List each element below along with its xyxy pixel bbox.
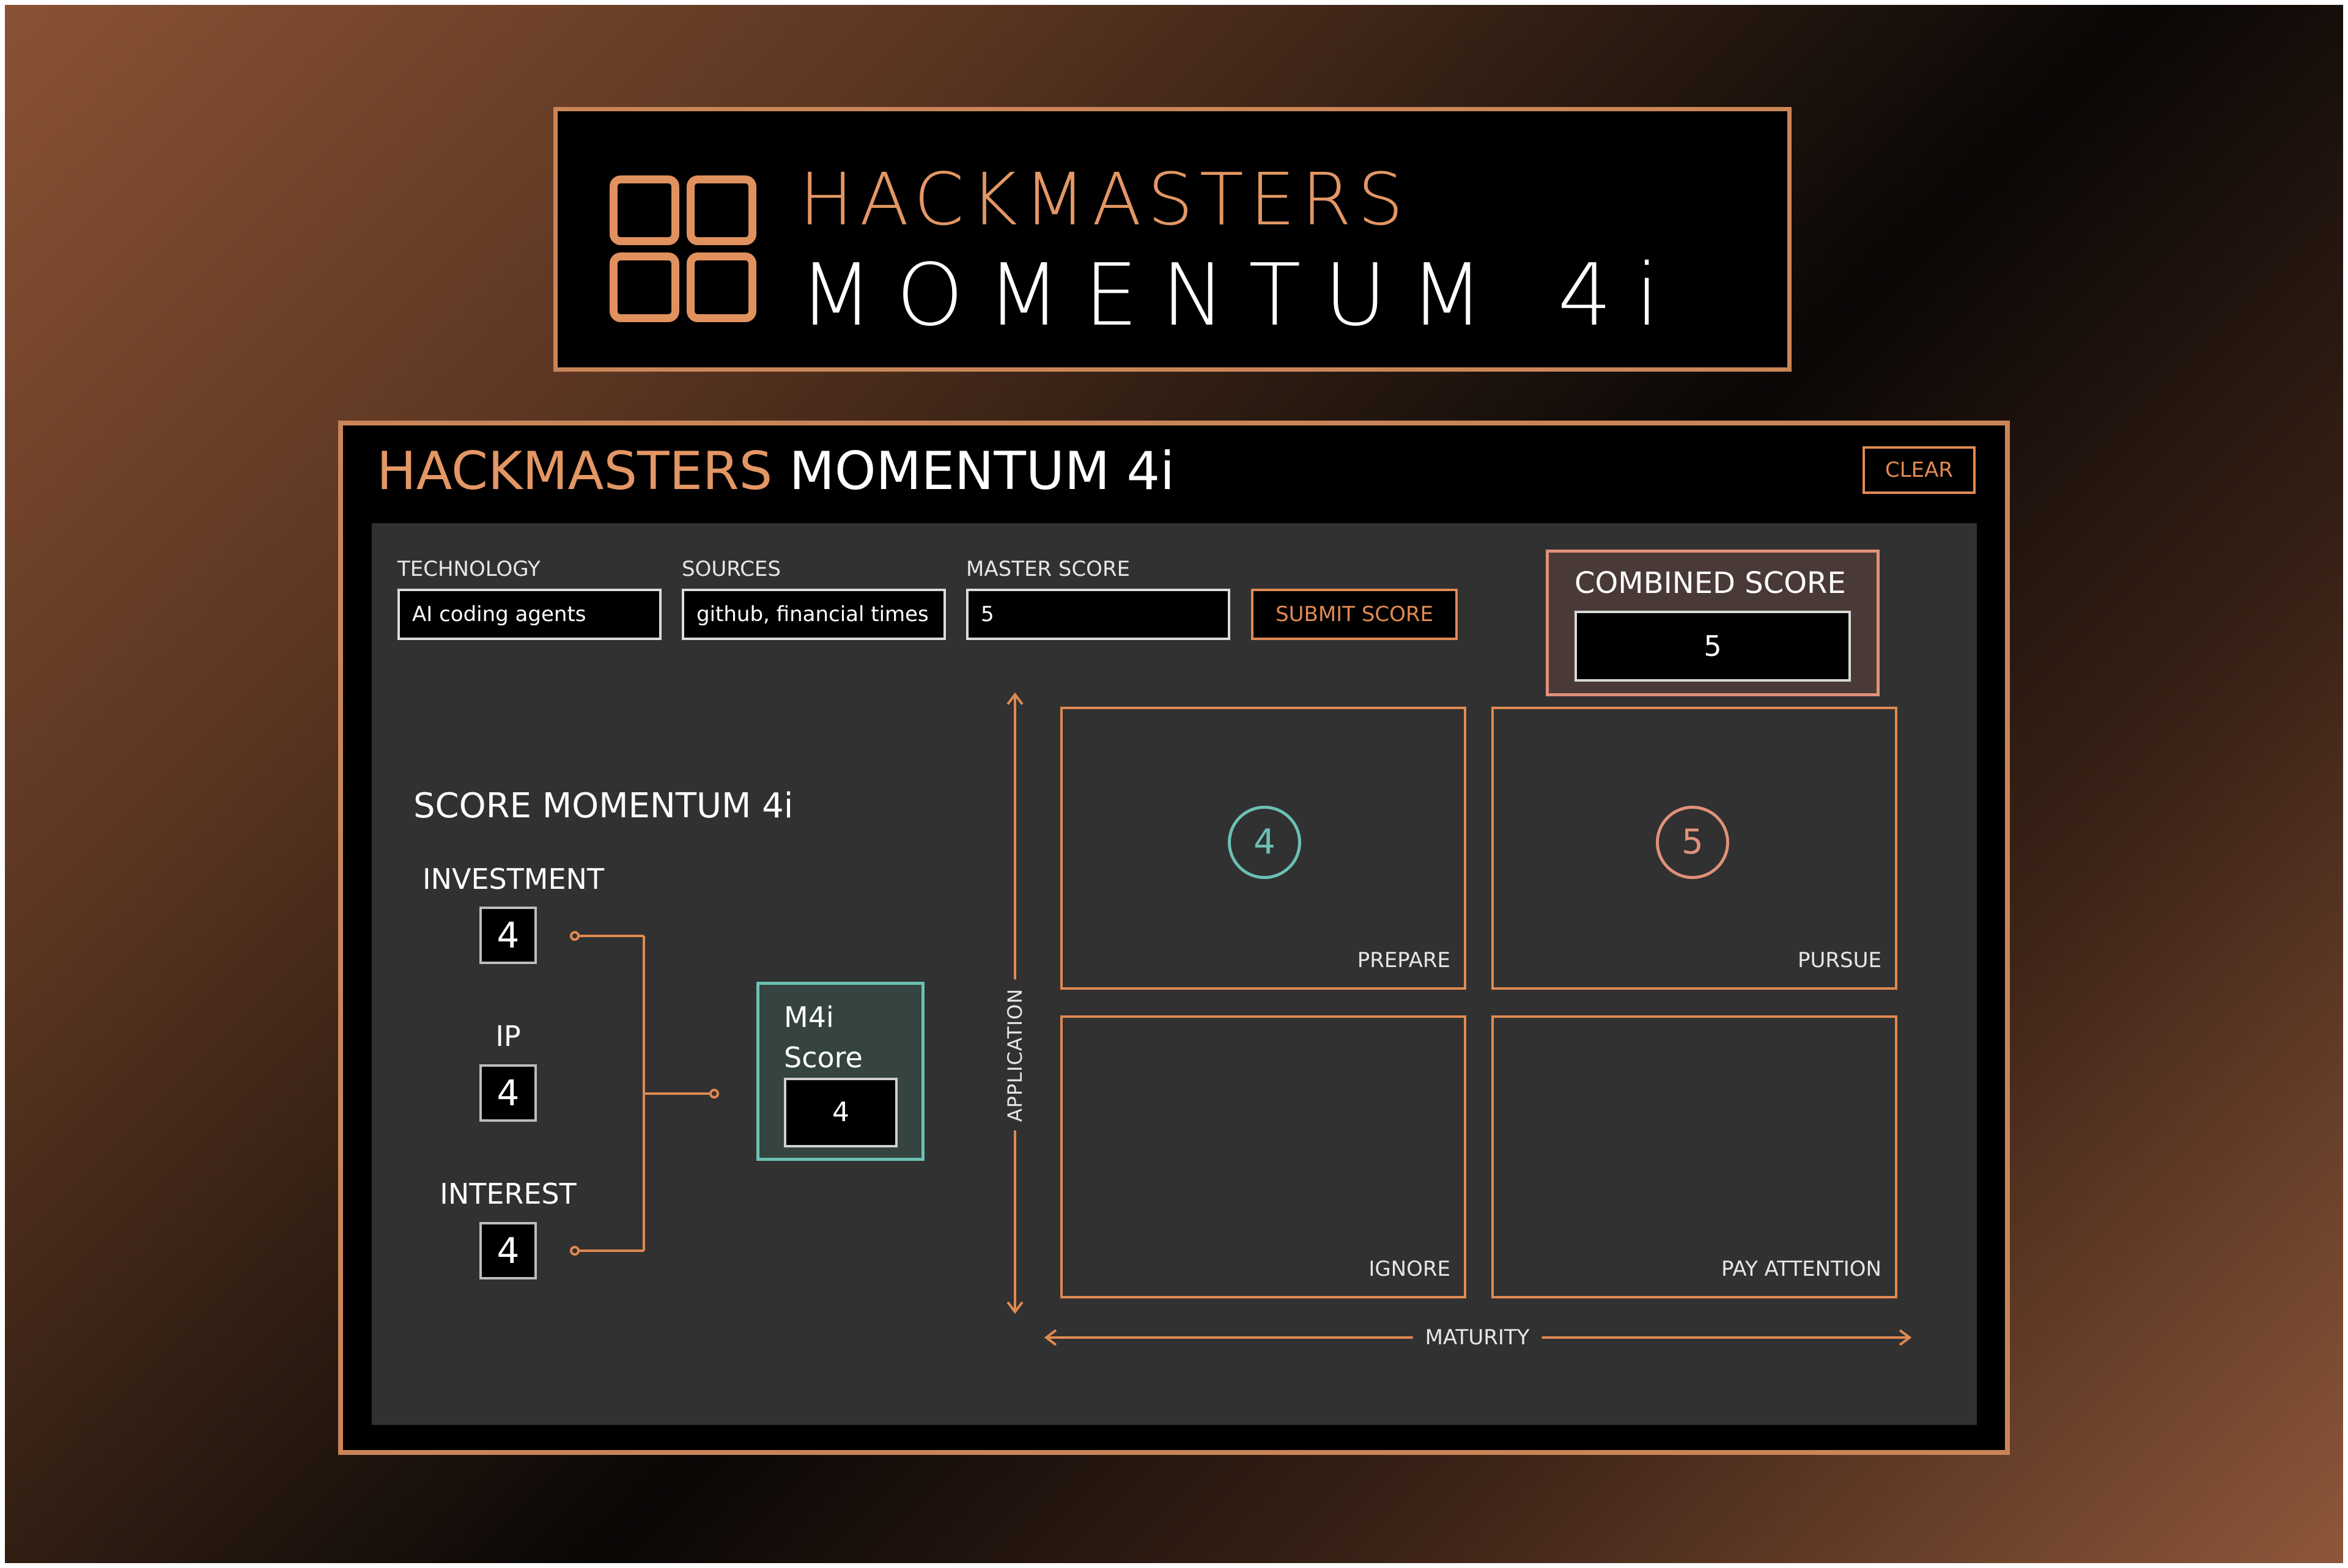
quadrant-pursue[interactable]: 5 PURSUE bbox=[1491, 707, 1897, 990]
pursue-marker[interactable]: 5 bbox=[1656, 806, 1729, 879]
m4i-score-value: 4 bbox=[784, 1078, 898, 1147]
quadrant-ignore[interactable]: IGNORE bbox=[1060, 1015, 1466, 1298]
grid-logo-icon bbox=[610, 175, 756, 322]
quadrant-label: PURSUE bbox=[1798, 948, 1881, 973]
master-score-label: MASTER SCORE bbox=[966, 557, 1131, 581]
x-axis-label: MATURITY bbox=[1412, 1325, 1542, 1350]
banner-product-name: MOMENTUM 4i bbox=[799, 246, 1683, 345]
interest-label: INTEREST bbox=[440, 1177, 577, 1210]
score-momentum-title: SCORE MOMENTUM 4i bbox=[413, 786, 794, 826]
app-title-brand: HACKMASTERS bbox=[377, 441, 773, 502]
ip-label: IP bbox=[495, 1020, 521, 1053]
investment-label: INVESTMENT bbox=[423, 863, 605, 896]
quadrant-label: IGNORE bbox=[1368, 1257, 1450, 1281]
quadrant-pay-attention[interactable]: PAY ATTENTION bbox=[1491, 1015, 1897, 1298]
y-axis-label: APPLICATION bbox=[1003, 979, 1027, 1131]
quadrant-label: PAY ATTENTION bbox=[1721, 1257, 1881, 1281]
technology-input[interactable] bbox=[397, 589, 662, 640]
quadrant-prepare[interactable]: 4 PREPARE bbox=[1060, 707, 1466, 990]
m4i-score-card: M4i Score 4 bbox=[756, 982, 925, 1161]
master-score-input[interactable] bbox=[966, 589, 1230, 640]
sources-input[interactable] bbox=[682, 589, 946, 640]
combined-score-label: COMBINED SCORE bbox=[1575, 566, 1846, 600]
banner-brand-name: HACKMASTERS bbox=[799, 157, 1410, 241]
main-panel: TECHNOLOGY SOURCES MASTER SCORE SUBMIT S… bbox=[372, 523, 1977, 1425]
m4i-score-label: M4i Score bbox=[784, 1001, 863, 1074]
sources-label: SOURCES bbox=[682, 557, 781, 581]
app-title-product: MOMENTUM 4i bbox=[789, 441, 1175, 502]
combined-score-value: 5 bbox=[1575, 611, 1851, 682]
app-title: HACKMASTERS MOMENTUM 4i bbox=[377, 441, 1175, 502]
technology-label: TECHNOLOGY bbox=[397, 557, 541, 581]
interest-score[interactable]: 4 bbox=[479, 1222, 537, 1279]
brand-banner: HACKMASTERS MOMENTUM 4i bbox=[553, 107, 1792, 372]
quadrant-label: PREPARE bbox=[1357, 948, 1450, 973]
ip-score[interactable]: 4 bbox=[479, 1064, 537, 1122]
clear-button[interactable]: CLEAR bbox=[1863, 446, 1976, 494]
prepare-marker[interactable]: 4 bbox=[1228, 806, 1301, 879]
combined-score-card: COMBINED SCORE 5 bbox=[1546, 550, 1880, 696]
investment-score[interactable]: 4 bbox=[479, 907, 537, 964]
submit-score-button[interactable]: SUBMIT SCORE bbox=[1251, 589, 1458, 640]
app-window: HACKMASTERS MOMENTUM 4i CLEAR TECHNOLOGY… bbox=[338, 421, 2010, 1455]
